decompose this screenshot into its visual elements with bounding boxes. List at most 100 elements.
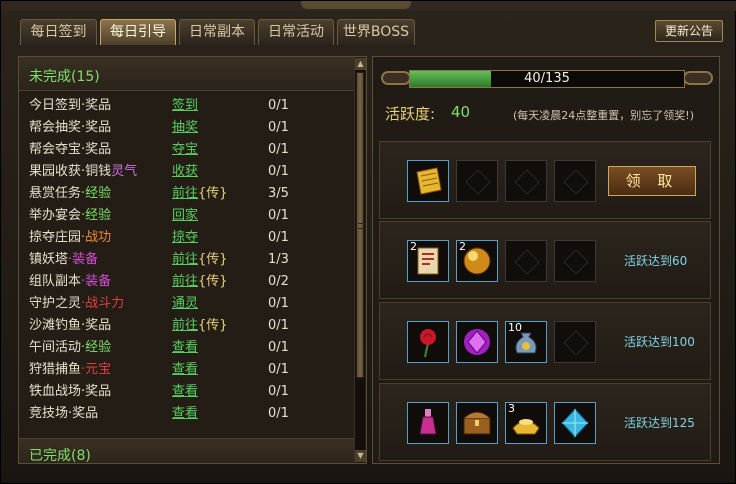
task-action-link[interactable]: 回家 [172,206,198,226]
completed-section-header[interactable]: 已完成(8) [19,438,355,464]
task-title: 镇妖塔 [29,252,69,267]
task-action-label: 掠夺 [172,230,199,245]
task-action-link[interactable]: 签到 [172,96,198,116]
task-row: 狩猎捕鱼·元宝 查看 0/1 [29,360,349,380]
task-action-link[interactable]: 前往{传} [172,250,228,270]
task-name: 守护之灵·战斗力 [29,294,124,314]
task-title: 守护之灵 [29,296,82,311]
empty-reward-slot[interactable] [554,321,596,363]
teleport-tag[interactable]: {传} [198,184,228,204]
reward-item-slot[interactable] [407,160,449,202]
task-action-link[interactable]: 掠夺 [172,228,198,248]
task-action-link[interactable]: 查看 [172,338,198,358]
task-action-link[interactable]: 通灵 [172,294,198,314]
task-reward-type: ·奖品 [81,142,112,157]
completed-header-label: 已完成(8) [29,448,91,464]
task-action-link[interactable]: 查看 [172,360,198,380]
reward-item-slot[interactable]: 10 [505,321,547,363]
task-title: 今日签到 [29,98,82,113]
task-reward-type: ·装备 [81,274,112,289]
tab-daily-activity[interactable]: 日常活动 [258,19,334,45]
task-action-link[interactable]: 前往{传} [172,272,228,292]
reset-note: (每天凌晨24点整重置，别忘了领奖!) [513,109,694,122]
reward-item-slot[interactable]: 2 [407,240,449,282]
tab-world-boss[interactable]: 世界BOSS [337,19,415,45]
reward-tier-1: 领 取 [379,141,711,219]
reward-item-slot[interactable] [554,402,596,444]
task-progress-count: 0/1 [268,340,289,355]
task-action-link[interactable]: 夺宝 [172,140,198,160]
task-action-label: 通灵 [172,296,199,311]
task-action-link[interactable]: 抽奖 [172,118,198,138]
task-action-label: 查看 [172,362,199,377]
reward-tier-4: 活跃达到125 3 [379,383,711,461]
task-action-link[interactable]: 查看 [172,382,198,402]
empty-reward-slot[interactable] [456,160,498,202]
reward-tier-2: 活跃达到60 2 2 [379,221,711,299]
reward-item-slot[interactable] [407,402,449,444]
task-name: 掠夺庄园·战功 [29,228,111,248]
teleport-tag[interactable]: {传} [198,272,228,292]
task-title: 竞技场 [29,406,69,421]
task-title: 果园收获 [29,164,82,179]
incomplete-section-header[interactable]: 未完成(15) [19,57,355,91]
tab-daily-dungeon[interactable]: 日常副本 [179,19,255,45]
task-title: 组队副本 [29,274,82,289]
task-title: 悬赏任务 [29,186,82,201]
tier-goal-label: 活跃达到100 [624,335,695,349]
task-action-label: 夺宝 [172,142,199,157]
task-name: 镇妖塔·装备 [29,250,98,270]
task-list-panel: 未完成(15) 今日签到·奖品 签到 0/1 帮会抽奖·奖品 抽奖 0/1 帮会夺宝·奖品夺… [18,56,367,464]
claim-reward-button[interactable]: 领 取 [608,166,696,196]
scroll-up-arrow-icon[interactable]: ▲ [355,58,366,70]
teleport-tag[interactable]: {传} [198,250,228,270]
task-reward-type: ·奖品 [81,318,112,333]
task-action-label: 前往 [172,186,199,201]
tab-daily-guide[interactable]: 每日引导 [100,19,176,45]
activity-reward-panel: 40/135 活跃度: 40 (每天凌晨24点整重置，别忘了领奖!) 领 取 活… [372,56,720,464]
incomplete-header-label: 未完成(15) [29,69,100,85]
task-name: 组队副本·装备 [29,272,111,292]
empty-reward-slot[interactable] [554,240,596,282]
task-name: 沙滩钓鱼·奖品 [29,316,111,336]
reward-item-slot[interactable]: 3 [505,402,547,444]
task-row: 镇妖塔·装备 前往{传} 1/3 [29,250,349,270]
reward-item-slot[interactable] [456,402,498,444]
task-action-link[interactable]: 前往{传} [172,316,228,336]
empty-reward-slot[interactable] [505,160,547,202]
task-progress-count: 0/1 [268,120,289,135]
title-ornament [301,1,411,9]
task-name: 举办宴会·经验 [29,206,111,226]
task-progress-count: 0/1 [268,98,289,113]
task-action-link[interactable]: 前往{传} [172,184,228,204]
task-name: 铁血战场·奖品 [29,382,111,402]
task-name: 果园收获·铜钱灵气 [29,162,137,182]
task-name: 今日签到·奖品 [29,96,111,116]
task-title: 午间活动 [29,340,82,355]
empty-reward-slot[interactable] [505,240,547,282]
task-list-scrollbar[interactable]: ▲ ▼ [354,58,366,462]
scroll-thumb[interactable] [356,72,366,378]
task-row: 果园收获·铜钱灵气 收获 0/1 [29,162,349,182]
empty-reward-slot[interactable] [554,160,596,202]
task-progress-count: 1/3 [268,252,289,267]
reward-item-slot[interactable] [456,321,498,363]
window-top-bar [1,1,736,11]
tab-daily-signin[interactable]: 每日签到 [20,19,97,45]
activity-progress-text: 40/135 [524,71,570,86]
task-action-label: 查看 [172,384,199,399]
task-action-link[interactable]: 查看 [172,404,198,424]
task-progress-count: 0/1 [268,406,289,421]
task-action-link[interactable]: 收获 [172,162,198,182]
item-quantity: 2 [459,240,466,253]
scroll-down-arrow-icon[interactable]: ▼ [355,450,366,462]
update-notice-button[interactable]: 更新公告 [655,20,723,42]
task-action-label: 抽奖 [172,120,199,135]
reward-item-slot[interactable] [407,321,449,363]
reward-item-slot[interactable]: 2 [456,240,498,282]
task-reward-type: ·装备 [68,252,99,267]
task-progress-count: 0/1 [268,164,289,179]
task-action-label: 前往 [172,274,199,289]
task-progress-count: 3/5 [268,186,289,201]
teleport-tag[interactable]: {传} [198,316,228,336]
